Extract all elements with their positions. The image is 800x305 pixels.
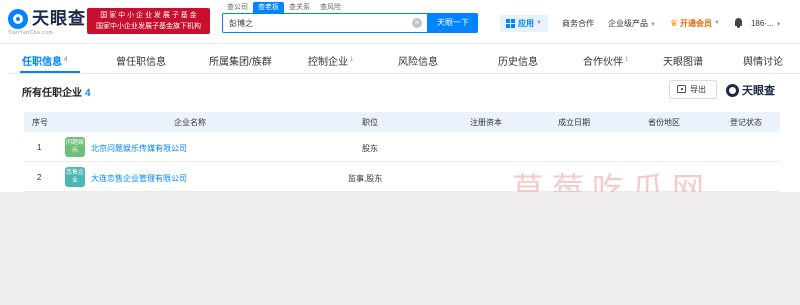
- tab-label: 舆情讨论: [743, 57, 783, 68]
- tab-label: 所属集团/族群: [209, 57, 272, 68]
- chevron-down-icon: ▼: [775, 21, 782, 28]
- brand-watermark-logo: 天眼查: [726, 82, 775, 98]
- tianyancha-logo-icon: [8, 9, 28, 29]
- enterprise-products-menu[interactable]: 企业级产品 ▼: [608, 18, 656, 29]
- business-cooperation-link[interactable]: 商务合作: [562, 18, 594, 29]
- tab-label: 天眼图谱: [663, 57, 703, 68]
- tab-count: 4: [64, 56, 68, 63]
- company-logo: 问题娱乐: [65, 137, 85, 157]
- grey-overlay: [0, 192, 800, 305]
- tab-partners[interactable]: 合作伙伴 1: [583, 53, 628, 68]
- position-value: 股东: [362, 144, 378, 153]
- search-button[interactable]: 天眼一下: [428, 13, 478, 33]
- tab-count: 1: [350, 56, 354, 63]
- tab-label: 合作伙伴: [583, 57, 623, 68]
- search-tab-boss[interactable]: 查老板: [253, 2, 284, 13]
- tab-public-opinion[interactable]: 舆情讨论: [743, 53, 783, 68]
- active-tab-indicator: [20, 71, 80, 73]
- tab-label: 风险信息: [398, 57, 438, 68]
- column-header-founded[interactable]: 成立日期: [558, 117, 590, 128]
- promo-banner[interactable]: 国 家 中 小 企 业 发 展 子 基 金 国家中小企业发展子基金旗下机构: [87, 8, 210, 34]
- user-label: 186·...: [750, 18, 774, 28]
- export-label: 导出: [690, 85, 706, 94]
- row-index: 2: [37, 173, 42, 182]
- tab-label: 历史信息: [498, 57, 538, 68]
- tab-group[interactable]: 所属集团/族群: [209, 53, 272, 68]
- table-row[interactable]: 1 问题娱乐 北京问题娱乐传媒有限公司 股东: [24, 132, 780, 162]
- column-header-company: 企业名称: [174, 118, 206, 127]
- clear-icon[interactable]: ×: [412, 18, 422, 28]
- brand-text: 天眼查: [742, 85, 775, 97]
- vip-button[interactable]: ♛ 开通会员 ▼: [670, 18, 720, 29]
- section-title-text: 所有任职企业: [22, 88, 82, 99]
- chevron-down-icon: ▼: [649, 21, 656, 28]
- bell-icon[interactable]: [734, 18, 743, 28]
- banner-line-2: 国家中小企业发展子基金旗下机构: [96, 23, 201, 30]
- chevron-down-icon: ▼: [713, 20, 720, 26]
- chevron-down-icon: ▼: [536, 20, 542, 26]
- profile-tabbar: 任职信息 4 曾任职信息 所属集团/族群 控制企业 1 风险信息 历史信息 合作伙伴…: [8, 47, 800, 74]
- vip-label: 开通会员: [679, 18, 712, 28]
- search-tab-company[interactable]: 查公司: [222, 2, 253, 13]
- app-label: 应用: [518, 18, 534, 28]
- logo-subtitle: TianYanCha.com: [8, 30, 54, 36]
- table-header: 序号 企业名称 职位 注册资本 成立日期 省份地区 登记状态: [24, 112, 780, 132]
- banner-line-1: 国 家 中 小 企 业 发 展 子 基 金: [100, 12, 197, 19]
- column-header-index: 序号: [32, 118, 48, 127]
- app-menu-button[interactable]: 应用 ▼: [500, 14, 548, 32]
- tab-history[interactable]: 历史信息: [498, 53, 538, 68]
- tab-label: 控制企业: [308, 57, 348, 68]
- column-header-capital[interactable]: 注册资本: [470, 117, 502, 128]
- user-menu[interactable]: 186·... ▼: [751, 19, 782, 28]
- tab-former-positions[interactable]: 曾任职信息: [116, 53, 166, 68]
- export-button[interactable]: 导出: [669, 80, 717, 99]
- tab-controlled-companies[interactable]: 控制企业 1: [308, 53, 353, 68]
- tab-current-positions[interactable]: 任职信息 4: [22, 53, 67, 68]
- company-name-link[interactable]: 北京问题娱乐传媒有限公司: [91, 143, 187, 154]
- company-logo: 恋售企业: [65, 167, 85, 187]
- column-header-status[interactable]: 登记状态: [730, 117, 762, 128]
- site-logo[interactable]: 天眼查: [8, 9, 86, 29]
- search-input[interactable]: 彭博之 ×: [222, 13, 428, 33]
- tab-label: 曾任职信息: [116, 57, 166, 68]
- export-icon: [677, 85, 686, 93]
- company-name-link[interactable]: 大连恋售企业管理有限公司: [91, 173, 187, 184]
- search-value: 彭博之: [229, 19, 253, 28]
- top-header: 天眼查 TianYanCha.com 国 家 中 小 企 业 发 展 子 基 金…: [0, 0, 800, 44]
- tab-label: 任职信息: [22, 57, 62, 68]
- tab-count: 1: [625, 56, 629, 63]
- search-tab-risk[interactable]: 查风险: [315, 2, 346, 13]
- enterprise-label: 企业级产品: [607, 18, 648, 28]
- search-type-tabs: 查公司 查老板 查关系 查风险: [222, 2, 346, 13]
- section-count: 4: [85, 88, 91, 99]
- section-title: 所有任职企业 4: [22, 84, 91, 99]
- column-header-position: 职位: [362, 118, 378, 127]
- search-tab-relation[interactable]: 查关系: [284, 2, 315, 13]
- logo-text: 天眼查: [32, 9, 86, 28]
- tab-graph[interactable]: 天眼图谱: [663, 53, 703, 68]
- position-value: 监事,股东: [348, 174, 383, 183]
- row-index: 1: [37, 143, 42, 152]
- tianyancha-logo-icon: [726, 83, 739, 97]
- grid-icon: [506, 18, 515, 28]
- crown-icon: ♛: [669, 17, 678, 28]
- column-header-region[interactable]: 省份地区: [648, 117, 680, 128]
- tab-risk-info[interactable]: 风险信息: [398, 53, 438, 68]
- nav-right: 应用 ▼ 商务合作 企业级产品 ▼ ♛ 开通会员 ▼ 186·... ▼: [500, 13, 782, 33]
